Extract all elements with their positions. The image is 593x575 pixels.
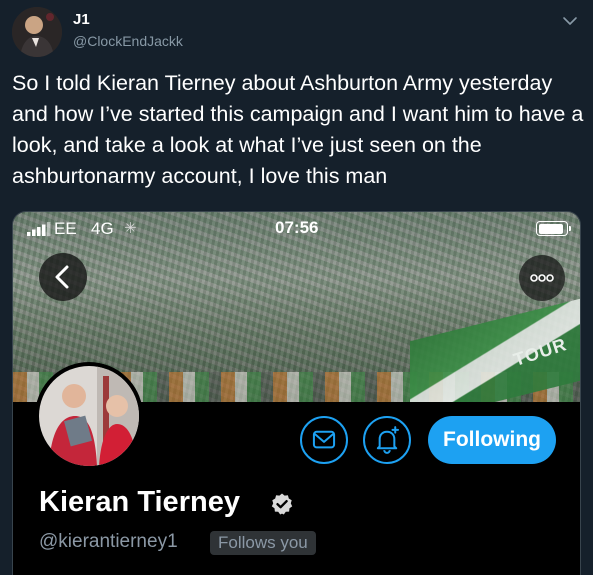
avatar-photo-icon — [12, 7, 62, 57]
user-avatar[interactable] — [12, 7, 62, 57]
tweet-media-image[interactable]: TOUR EE 4G ✳ 07:56 Following Kieran Tier… — [12, 211, 581, 575]
chevron-left-icon — [55, 265, 69, 289]
bell-plus-icon — [376, 426, 400, 454]
network-type: 4G — [91, 219, 114, 238]
signal-bars-icon — [27, 222, 51, 236]
chevron-down-icon[interactable] — [561, 12, 579, 30]
tweet: J1 @ClockEndJackk So I told Kieran Tiern… — [0, 0, 593, 575]
status-time: 07:56 — [275, 218, 319, 237]
profile-photo-icon — [39, 366, 139, 466]
message-button[interactable] — [300, 416, 348, 464]
tweet-text: So I told Kieran Tierney about Ashburton… — [12, 71, 590, 188]
carrier-name: EE — [54, 219, 77, 238]
follows-you-badge: Follows you — [210, 531, 316, 555]
battery-icon — [536, 221, 571, 236]
display-name[interactable]: J1 — [73, 11, 90, 28]
envelope-icon — [312, 430, 336, 449]
user-handle[interactable]: @ClockEndJackk — [73, 33, 183, 49]
profile-handle: @kierantierney1 — [39, 531, 178, 552]
profile-avatar[interactable] — [35, 362, 143, 470]
verified-badge-icon — [271, 493, 293, 515]
back-button[interactable] — [39, 253, 87, 301]
more-dots-icon — [530, 274, 554, 282]
phone-status-bar: EE 4G ✳ 07:56 — [13, 212, 580, 246]
profile-name: Kieran Tierney — [39, 486, 240, 518]
more-options-button[interactable] — [519, 255, 565, 301]
notifications-button[interactable] — [363, 416, 411, 464]
battery-level — [538, 223, 563, 234]
following-button[interactable]: Following — [428, 416, 556, 464]
activity-spinner-icon: ✳ — [124, 220, 137, 237]
